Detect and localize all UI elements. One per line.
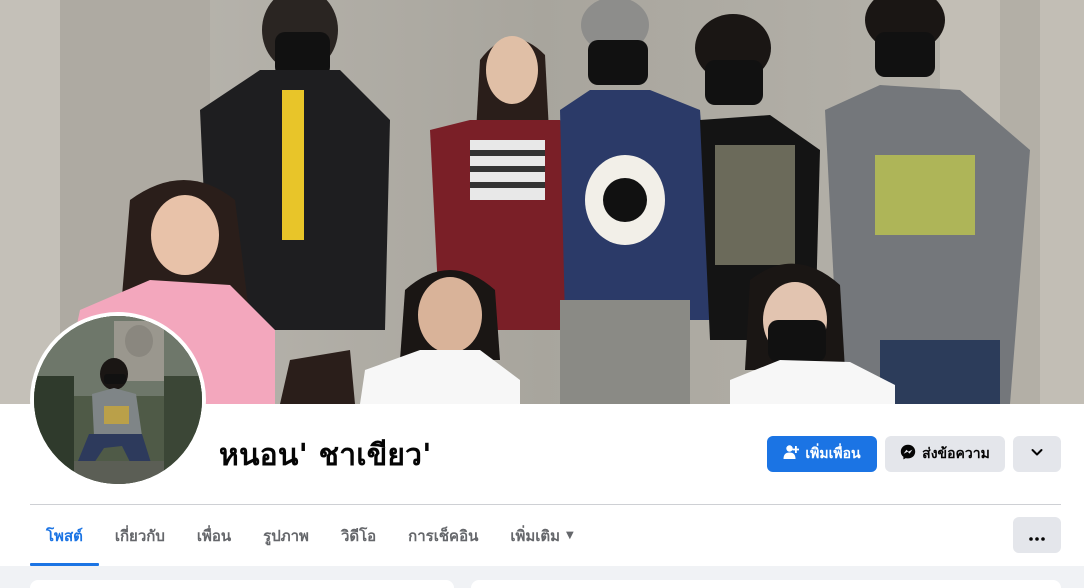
tab-check-ins[interactable]: การเช็คอิน [392,505,494,566]
composer-card [471,580,1061,588]
tab-label: วิดีโอ [340,526,377,545]
add-friend-label: เพิ่มเพื่อน [805,446,861,462]
tab-label: รูปภาพ [263,526,309,545]
tab-posts[interactable]: โพสต์ [30,505,99,566]
add-friend-button[interactable]: เพิ่มเพื่อน [767,436,877,472]
messenger-icon [900,444,916,464]
tab-videos[interactable]: วิดีโอ [325,505,392,566]
caret-down-icon: ▼ [566,530,574,541]
more-horizontal-icon [1029,526,1045,545]
profile-picture[interactable] [30,312,206,488]
tab-photos[interactable]: รูปภาพ [247,505,325,566]
tab-label: เกี่ยวกับ [114,526,165,545]
chevron-down-icon [1030,445,1044,463]
profile-options-dropdown[interactable] [1013,436,1061,472]
more-options-button[interactable] [1013,517,1061,553]
tab-label: เพื่อน [196,526,232,545]
tab-more[interactable]: เพิ่มเติม ▼ [494,505,589,566]
profile-tabs: โพสต์ เกี่ยวกับ เพื่อน รูปภาพ วิดีโอ การ… [30,505,590,566]
message-label: ส่งข้อความ [922,446,990,462]
message-button[interactable]: ส่งข้อความ [885,436,1005,472]
tab-label: เพิ่มเติม [510,526,561,545]
person-add-icon [783,444,800,464]
tab-friends[interactable]: เพื่อน [181,505,247,566]
avatar [34,316,202,484]
profile-name: หนอน' ชาเขียว' [219,438,432,473]
tab-about[interactable]: เกี่ยวกับ [99,505,181,566]
tab-label: การเช็คอิน [408,526,479,545]
intro-card [30,580,454,588]
profile-header: หนอน' ชาเขียว' เพิ่มเพื่อน ส่งข้อความ โพ… [0,0,1084,566]
tab-label: โพสต์ [46,526,83,545]
